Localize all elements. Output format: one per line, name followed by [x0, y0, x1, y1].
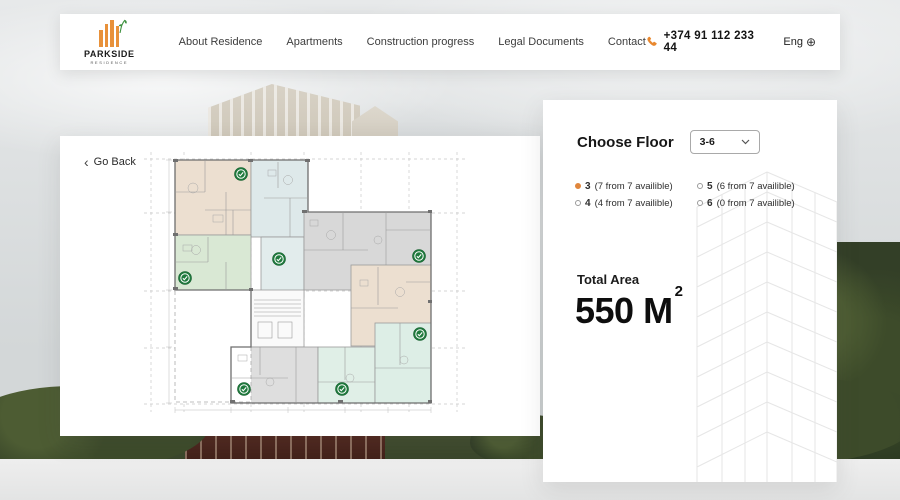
- phone-number: +374 91 112 233 44: [663, 30, 755, 54]
- radio-icon: [575, 200, 581, 206]
- available-apartment-marker[interactable]: [413, 327, 427, 341]
- floor-plan-drawing[interactable]: [138, 150, 474, 422]
- logo-bars-icon: [99, 19, 128, 47]
- logo-title: PARKSIDE: [84, 48, 135, 59]
- floor-option-3[interactable]: 3 (7 from 7 availible): [575, 179, 697, 193]
- available-apartment-marker[interactable]: [178, 271, 192, 285]
- logo-subtitle: RESIDENCE: [90, 59, 129, 65]
- total-area-label: Total Area: [577, 272, 640, 287]
- floor-options: 3 (7 from 7 availible) 4 (4 from 7 avail…: [575, 179, 819, 210]
- total-area-value: 550 M2: [575, 283, 683, 331]
- floor-option-5[interactable]: 5 (6 from 7 availible): [697, 179, 819, 193]
- top-navigation-bar: PARKSIDE RESIDENCE About Residence Apart…: [60, 14, 840, 70]
- floor-plan-card: ‹ Go Back: [60, 136, 540, 436]
- radio-icon: [697, 200, 703, 206]
- floor-range-select[interactable]: 3-6: [689, 130, 760, 154]
- radio-selected-icon: [575, 183, 581, 189]
- available-apartment-marker[interactable]: [237, 382, 251, 396]
- nav-contact[interactable]: Contact: [608, 36, 646, 48]
- floor-chooser-panel: Choose Floor 3-6 3 (7 from 7 availible) …: [543, 100, 837, 482]
- language-label: Eng: [783, 36, 803, 48]
- nav-apartments[interactable]: Apartments: [286, 36, 342, 48]
- total-area-superscript: 2: [674, 283, 683, 300]
- phone-link[interactable]: +374 91 112 233 44: [646, 30, 762, 54]
- available-apartment-marker[interactable]: [412, 249, 426, 263]
- go-back-link[interactable]: ‹ Go Back: [84, 154, 136, 170]
- chevron-left-icon: ‹: [84, 154, 89, 170]
- nav-about-residence[interactable]: About Residence: [179, 36, 263, 48]
- available-apartment-marker[interactable]: [234, 167, 248, 181]
- chevron-down-icon: [741, 139, 750, 145]
- choose-floor-label: Choose Floor: [577, 133, 674, 151]
- leaf-icon: [119, 19, 128, 33]
- main-nav: About Residence Apartments Construction …: [179, 36, 646, 48]
- go-back-label: Go Back: [93, 156, 136, 168]
- available-apartment-marker[interactable]: [272, 252, 286, 266]
- language-switcher[interactable]: Eng ⊕: [783, 35, 816, 49]
- parkside-logo[interactable]: PARKSIDE RESIDENCE: [84, 19, 135, 65]
- floor-range-value: 3-6: [699, 136, 715, 148]
- nav-construction-progress[interactable]: Construction progress: [367, 36, 475, 48]
- radio-icon: [697, 183, 703, 189]
- globe-icon: ⊕: [805, 35, 816, 49]
- available-apartment-marker[interactable]: [335, 382, 349, 396]
- page: PARKSIDE RESIDENCE About Residence Apart…: [0, 0, 900, 500]
- floor-option-6[interactable]: 6 (0 from 7 availible): [697, 196, 819, 210]
- floor-option-4[interactable]: 4 (4 from 7 availible): [575, 196, 697, 210]
- nav-legal-documents[interactable]: Legal Documents: [498, 36, 584, 48]
- phone-icon: [647, 36, 657, 46]
